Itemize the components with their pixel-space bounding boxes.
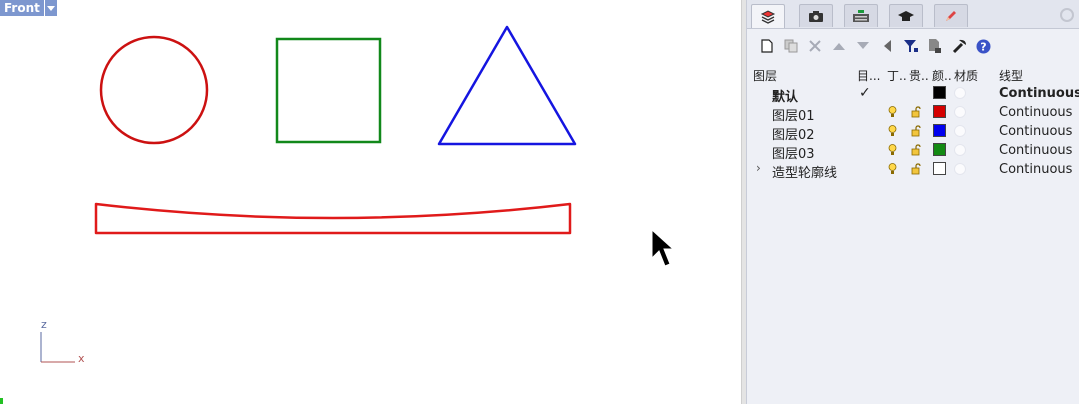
delete-layer-icon[interactable] [807, 38, 823, 54]
move-to-parent-icon[interactable] [879, 38, 895, 54]
lightbulb-on-icon[interactable] [888, 106, 897, 118]
move-up-icon[interactable] [831, 38, 847, 54]
filter-icon[interactable] [903, 38, 919, 54]
axis-x-label: x [78, 352, 85, 365]
tab-learn[interactable] [889, 4, 923, 27]
layer-name: 造型轮廓线 [772, 166, 838, 181]
move-down-icon[interactable] [855, 38, 871, 54]
expand-chevron-icon[interactable]: › [756, 161, 761, 175]
lightbulb-on-icon[interactable] [888, 125, 897, 137]
unlocked-icon[interactable] [911, 125, 922, 137]
graduation-cap-icon [898, 11, 914, 21]
layer-linetype[interactable]: Continuous [999, 105, 1072, 120]
unlocked-icon[interactable] [911, 144, 922, 156]
layer-color-swatch[interactable] [933, 86, 946, 99]
column-layer[interactable]: 图层 [753, 67, 777, 84]
green-square-shape[interactable] [275, 37, 382, 144]
layer-row-02[interactable]: 图层02 Continuous [747, 122, 1079, 143]
unlocked-icon[interactable] [911, 106, 922, 118]
mouse-cursor-icon [651, 228, 674, 267]
new-layer-icon[interactable] [759, 38, 775, 54]
status-indicator [0, 398, 3, 404]
tab-annotate[interactable] [934, 4, 968, 27]
layer-color-swatch[interactable] [933, 162, 946, 175]
layer-table-header: 图层 目... 丁.. 贵.. 颜.. 材质 线型 [747, 64, 1079, 83]
current-checkmark-icon[interactable]: ✓ [859, 85, 871, 101]
unlocked-icon[interactable] [911, 163, 922, 175]
column-material[interactable]: 材质 [954, 67, 978, 84]
tab-keyboard[interactable] [844, 4, 878, 27]
tab-layers[interactable] [751, 4, 785, 28]
axis-gizmo [40, 332, 75, 363]
material-icon[interactable] [954, 106, 966, 118]
panel-tab-bar [747, 0, 1079, 29]
blue-triangle-shape[interactable] [437, 25, 577, 146]
layer-linetype[interactable]: Continuous [999, 124, 1072, 139]
layers-icon [760, 9, 776, 24]
layer-properties-icon[interactable] [927, 38, 943, 54]
help-icon[interactable]: ? [975, 38, 991, 54]
layer-color-swatch[interactable] [933, 124, 946, 137]
layer-linetype[interactable]: Continuous [999, 86, 1079, 101]
layer-linetype[interactable]: Continuous [999, 143, 1072, 158]
material-icon[interactable] [954, 125, 966, 137]
column-lock[interactable]: 贵.. [909, 67, 929, 84]
column-color[interactable]: 颜.. [932, 67, 952, 84]
material-icon[interactable] [954, 87, 966, 99]
layer-row-03[interactable]: 图层03 Continuous [747, 141, 1079, 162]
pencil-icon [946, 11, 956, 21]
column-current[interactable]: 目... [857, 67, 880, 84]
lightbulb-on-icon[interactable] [888, 163, 897, 175]
layers-panel: ? 图层 目... 丁.. 贵.. 颜.. 材质 线型 默认 ✓ Continu… [746, 0, 1079, 404]
column-linetype[interactable]: 线型 [999, 67, 1023, 84]
layer-row-01[interactable]: 图层01 Continuous [747, 103, 1079, 124]
material-icon[interactable] [954, 163, 966, 175]
svg-text:?: ? [980, 40, 986, 53]
layer-color-swatch[interactable] [933, 143, 946, 156]
material-icon[interactable] [954, 144, 966, 156]
panel-settings-gear-icon[interactable] [1060, 8, 1074, 22]
layer-row-default[interactable]: 默认 ✓ Continuous [747, 84, 1079, 105]
copy-layer-icon[interactable] [783, 38, 799, 54]
axis-z-label: z [41, 318, 47, 331]
red-curved-slab-shape[interactable] [94, 202, 572, 235]
layer-linetype[interactable]: Continuous [999, 162, 1072, 177]
column-on[interactable]: 丁.. [887, 67, 907, 84]
tools-icon[interactable] [951, 38, 967, 54]
camera-icon [809, 11, 823, 22]
front-viewport[interactable]: Front z x [0, 0, 741, 404]
keyboard-icon [853, 10, 869, 22]
layers-toolbar: ? [747, 34, 1079, 58]
layer-color-swatch[interactable] [933, 105, 946, 118]
tab-camera[interactable] [799, 4, 833, 27]
layer-row-profile-curves[interactable]: › 造型轮廓线 Continuous [747, 160, 1079, 181]
lightbulb-on-icon[interactable] [888, 144, 897, 156]
